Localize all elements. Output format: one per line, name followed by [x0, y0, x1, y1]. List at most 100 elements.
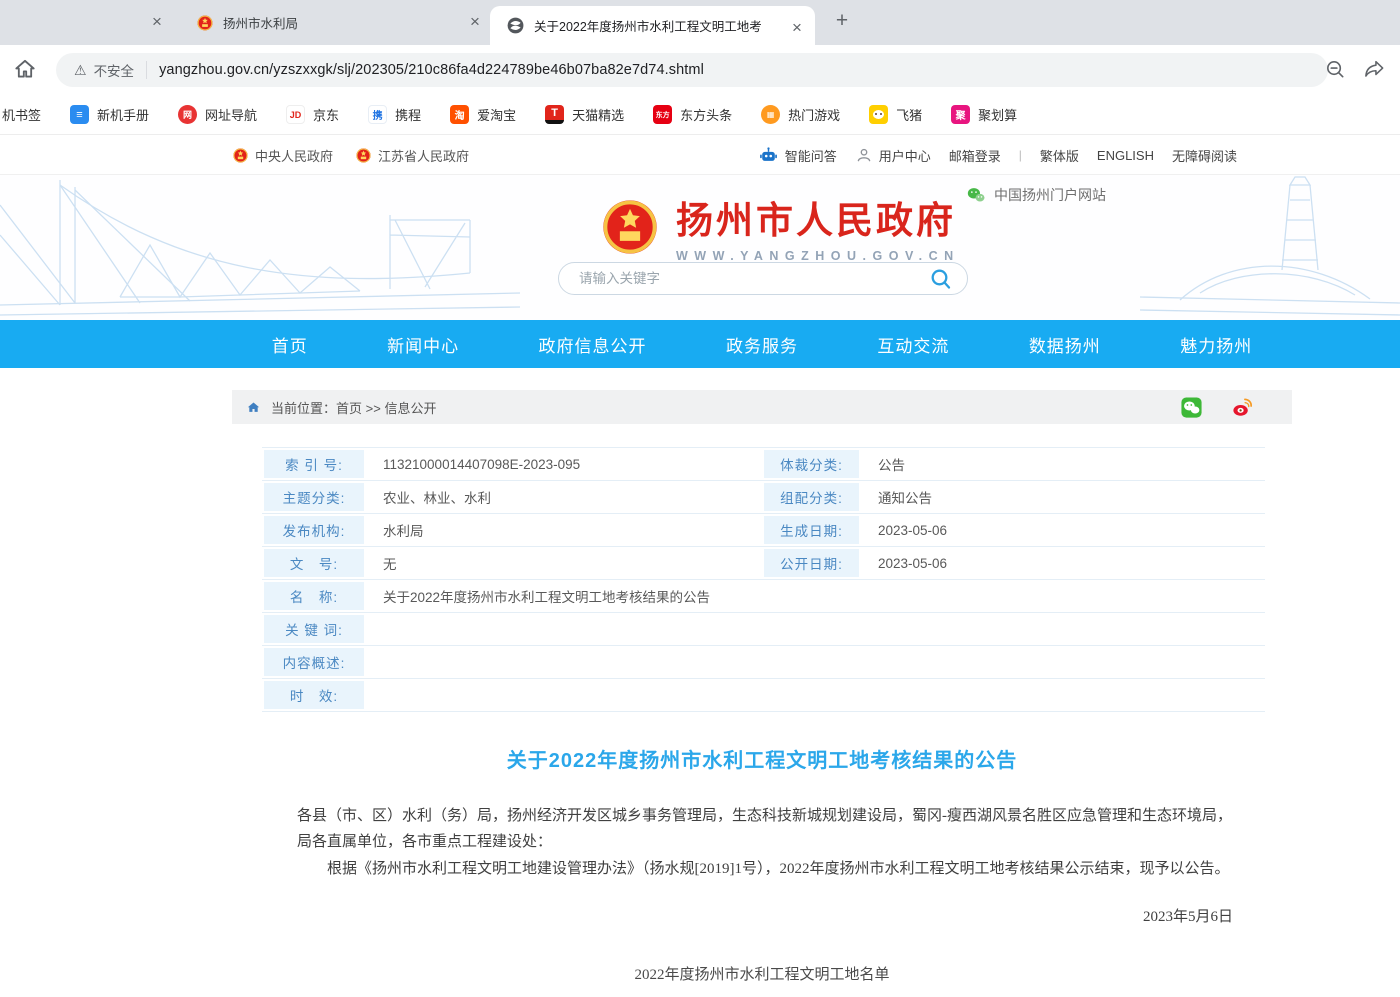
national-emblem-icon — [598, 195, 662, 259]
bookmark-icon: JD — [286, 105, 305, 124]
meta-value: 2023-05-06 — [862, 547, 1265, 579]
nav-services[interactable]: 政务服务 — [726, 332, 798, 357]
pig-face-icon — [869, 105, 888, 124]
search-input[interactable] — [579, 271, 929, 286]
bookmark-icon: 携 — [368, 105, 387, 124]
breadcrumb-home-link[interactable]: 首页 — [336, 401, 362, 416]
bookmark-ctrip[interactable]: 携携程 — [368, 105, 421, 124]
gov-emblem-icon — [355, 147, 372, 164]
nav-charm[interactable]: 魅力扬州 — [1180, 332, 1252, 357]
breadcrumb-bar: 当前位置：首页 >> 信息公开 — [232, 390, 1292, 424]
link-jiangsu-gov[interactable]: 江苏省人民政府 — [355, 146, 469, 165]
bookmark-nav-site[interactable]: 网网址导航 — [178, 105, 257, 124]
meta-label: 主题分类: — [262, 481, 367, 513]
meta-label: 时 效: — [262, 679, 367, 711]
new-tab-button[interactable]: + — [828, 8, 856, 36]
url-divider — [146, 61, 147, 79]
article-list-title: 2022年度扬州市水利工程文明工地名单 — [232, 963, 1292, 984]
browser-logo-favicon — [506, 16, 525, 35]
bookmarks-bar: 机书签 ≡新机手册 网网址导航 JD京东 携携程 淘爱淘宝 T天猫精选 东方东方… — [0, 95, 1400, 135]
search-button[interactable] — [929, 267, 953, 291]
bookmark-icon: 网 — [178, 105, 197, 124]
bookmark-tmall[interactable]: T天猫精选 — [545, 105, 624, 124]
site-logo[interactable]: 扬州市人民政府 WWW.YANGZHOU.GOV.CN — [598, 190, 960, 263]
article-paragraph: 根据《扬州市水利工程文明工地建设管理办法》（扬水规[2019]1号），2022年… — [297, 856, 1233, 882]
breadcrumb-current-link[interactable]: 信息公开 — [384, 401, 436, 416]
nav-data[interactable]: 数据扬州 — [1029, 332, 1101, 357]
share-icon[interactable] — [1363, 58, 1386, 81]
meta-label: 发布机构: — [262, 514, 367, 546]
tab-announcement-active[interactable]: 关于2022年度扬州市水利工程文明工地考 — [490, 6, 815, 45]
article-title: 关于2022年度扬州市水利工程文明工地考核结果的公告 — [232, 744, 1292, 773]
url-text: yangzhou.gov.cn/yzszxxgk/slj/202305/210c… — [159, 62, 704, 78]
bookmark-games[interactable]: ▦热门游戏 — [761, 105, 840, 124]
tab-title: 关于2022年度扬州市水利工程文明工地考 — [534, 16, 762, 35]
zoom-out-icon[interactable] — [1324, 58, 1347, 81]
banner-art-bridge-right — [1140, 175, 1400, 320]
bookmark-jd[interactable]: JD京东 — [286, 105, 339, 124]
article-paragraph: 各县（市、区）水利（务）局，扬州经济开发区城乡事务管理局，生态科技新城规划建设局… — [297, 803, 1233, 855]
bookmark-fliggy[interactable]: 飞猪 — [869, 105, 922, 124]
close-tab-icon[interactable]: × — [146, 11, 168, 33]
breadcrumb-separator: >> — [362, 401, 384, 416]
browser-window: × 扬州市水利局 × 关于2022年度扬州市水利工程文明工地考 × + ⚠ 不安… — [0, 0, 1400, 997]
bookmark-eastday[interactable]: 东方东方头条 — [653, 105, 732, 124]
share-weibo-icon[interactable] — [1231, 396, 1254, 419]
meta-label: 文 号: — [262, 547, 367, 579]
portal-link[interactable]: 中国扬州门户网站 — [966, 185, 1106, 205]
nav-interaction[interactable]: 互动交流 — [877, 332, 949, 357]
close-tab-icon[interactable]: × — [464, 11, 486, 33]
article-date: 2023年5月6日 — [297, 905, 1233, 926]
wechat-bubbles-icon — [966, 185, 986, 205]
document-meta-table: 索 引 号: 11321000014407098E-2023-095 体裁分类:… — [262, 447, 1265, 712]
share-wechat-icon[interactable] — [1180, 396, 1203, 419]
close-tab-icon[interactable]: × — [786, 17, 808, 39]
meta-value: 农业、林业、水利 — [367, 481, 762, 513]
site-banner: 扬州市人民政府 WWW.YANGZHOU.GOV.CN 中国扬州门户网站 — [0, 175, 1400, 320]
utility-divider: | — [1019, 148, 1022, 162]
meta-row: 名 称: 关于2022年度扬州市水利工程文明工地考核结果的公告 — [262, 580, 1265, 613]
meta-label: 体裁分类: — [762, 448, 862, 480]
breadcrumb: 当前位置：首页 >> 信息公开 — [271, 398, 436, 417]
meta-label: 组配分类: — [762, 481, 862, 513]
banner-art-bridge-left — [0, 175, 520, 320]
meta-row: 关 键 词: — [262, 613, 1265, 646]
link-traditional[interactable]: 繁体版 — [1040, 146, 1079, 165]
nav-home[interactable]: 首页 — [272, 332, 308, 357]
nav-info-disclosure[interactable]: 政府信息公开 — [539, 332, 647, 357]
link-english[interactable]: ENGLISH — [1097, 148, 1154, 163]
bookmark-manual[interactable]: ≡新机手册 — [70, 105, 149, 124]
meta-value — [367, 646, 1265, 678]
nav-news[interactable]: 新闻中心 — [387, 332, 459, 357]
bookmark-juhuasuan[interactable]: 聚聚划算 — [951, 105, 1017, 124]
meta-label: 关 键 词: — [262, 613, 367, 645]
meta-value: 无 — [367, 547, 762, 579]
meta-value: 11321000014407098E-2023-095 — [367, 448, 762, 480]
bookmark-aitaobao[interactable]: 淘爱淘宝 — [450, 105, 516, 124]
meta-row: 内容概述: — [262, 646, 1265, 679]
meta-value — [367, 679, 1265, 711]
warning-icon: ⚠ — [74, 62, 87, 79]
link-central-gov[interactable]: 中央人民政府 — [232, 146, 333, 165]
meta-label: 索 引 号: — [262, 448, 367, 480]
person-icon — [855, 146, 873, 164]
link-user-center[interactable]: 用户中心 — [855, 146, 931, 165]
bookmark-icon: T — [545, 105, 564, 124]
meta-value: 公告 — [862, 448, 1265, 480]
meta-label: 名 称: — [262, 580, 367, 612]
breadcrumb-prefix: 当前位置： — [271, 401, 336, 416]
site-name: 扬州市人民政府 — [676, 190, 960, 244]
home-icon[interactable] — [12, 56, 38, 82]
meta-row: 发布机构: 水利局 生成日期: 2023-05-06 — [262, 514, 1265, 547]
url-field[interactable]: ⚠ 不安全 yangzhou.gov.cn/yzszxxgk/slj/20230… — [56, 53, 1328, 87]
breadcrumb-home-icon[interactable] — [246, 400, 261, 415]
meta-value: 关于2022年度扬州市水利工程文明工地考核结果的公告 — [367, 580, 1265, 612]
link-mail-login[interactable]: 邮箱登录 — [949, 146, 1001, 165]
link-accessible[interactable]: 无障碍阅读 — [1172, 146, 1237, 165]
tab-yangzhou-water-bureau[interactable]: 扬州市水利局 — [180, 0, 490, 45]
security-label: 不安全 — [94, 60, 135, 80]
bookmark-icon: ≡ — [70, 105, 89, 124]
link-smart-qa[interactable]: 智能问答 — [758, 145, 837, 166]
bookmark-mobile[interactable]: 机书签 — [2, 105, 41, 124]
meta-label: 公开日期: — [762, 547, 862, 579]
